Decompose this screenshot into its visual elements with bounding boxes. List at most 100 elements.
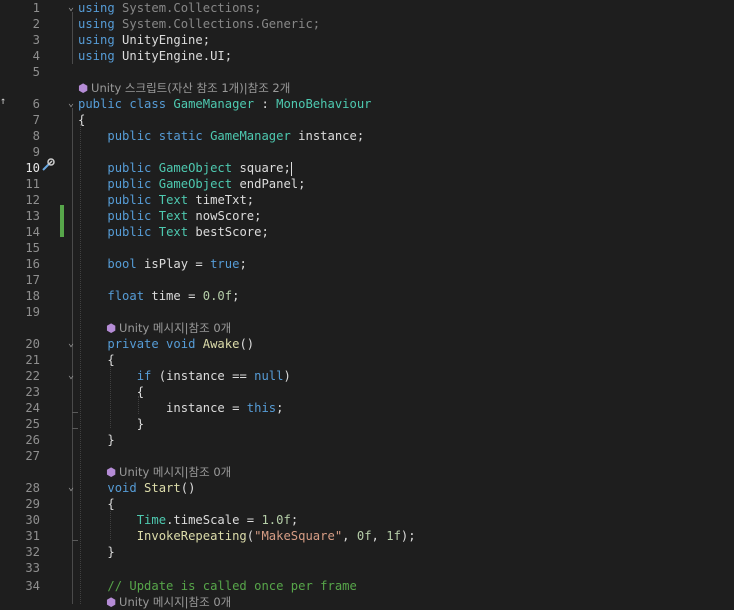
code-line[interactable]: 25 } bbox=[0, 416, 734, 432]
code-line[interactable]: 7{ bbox=[0, 112, 734, 128]
code-token: public bbox=[107, 209, 159, 223]
code-editor[interactable]: ↑ 1 ⌄ using System.Collections; 2 using Syst… bbox=[0, 0, 734, 609]
code-text[interactable]: instance = this; bbox=[78, 400, 283, 416]
code-token: using bbox=[78, 17, 115, 31]
line-number: 11 bbox=[25, 177, 40, 191]
code-token: // Update is called once per frame bbox=[107, 579, 357, 593]
code-line[interactable]: 5 bbox=[0, 64, 734, 80]
code-token: if bbox=[136, 369, 152, 383]
codelens-text[interactable]: Unity 스크립트(자산 참조 1개)|참조 2개 bbox=[91, 81, 290, 95]
code-token: true bbox=[210, 257, 240, 271]
code-text[interactable]: using System.Collections.Generic; bbox=[78, 16, 320, 32]
code-token: ; bbox=[232, 289, 240, 303]
code-text[interactable]: } bbox=[78, 416, 144, 432]
code-text[interactable]: { bbox=[78, 384, 144, 400]
codelens-text[interactable]: Unity 메시지|참조 0개 bbox=[119, 321, 231, 335]
code-token: timeTxt; bbox=[188, 193, 255, 207]
codelens-reference-hint[interactable]: ⬢ Unity 스크립트(자산 참조 1개)|참조 2개 bbox=[0, 80, 734, 96]
code-line[interactable]: 19 bbox=[0, 304, 734, 320]
code-line[interactable]: 23 { bbox=[0, 384, 734, 400]
fold-chevron-icon[interactable]: ⌄ bbox=[66, 0, 76, 16]
code-line[interactable]: 31 InvokeRepeating("MakeSquare", 0f, 1f)… bbox=[0, 528, 734, 544]
code-line[interactable]: 20 ⌄ private void Awake() bbox=[0, 336, 734, 352]
code-line[interactable]: 14 public Text bestScore; bbox=[0, 224, 734, 240]
code-line[interactable]: 10 public GameObject square; bbox=[0, 160, 734, 176]
code-text[interactable]: // Update is called once per frame bbox=[78, 578, 357, 594]
codelens-text[interactable]: Unity 메시지|참조 0개 bbox=[119, 465, 231, 479]
codelens-label[interactable]: ⬢ Unity 메시지|참조 0개 bbox=[106, 464, 231, 480]
code-line[interactable]: 28 ⌄ void Start() bbox=[0, 480, 734, 496]
code-line[interactable]: 2 using System.Collections.Generic; bbox=[0, 16, 734, 32]
code-line[interactable]: 32 } bbox=[0, 544, 734, 560]
code-text[interactable]: using System.Collections; bbox=[78, 0, 261, 16]
code-line[interactable]: 13 public Text nowScore; bbox=[0, 208, 734, 224]
code-line[interactable]: 8 public static GameManager instance; bbox=[0, 128, 734, 144]
code-line[interactable]: 9 bbox=[0, 144, 734, 160]
code-token: public bbox=[107, 225, 159, 239]
codelens-label[interactable]: ⬢ Unity 스크립트(자산 참조 1개)|참조 2개 bbox=[78, 80, 290, 96]
fold-chevron-icon[interactable]: ⌄ bbox=[66, 96, 76, 112]
code-text[interactable]: { bbox=[78, 112, 85, 128]
code-text[interactable]: } bbox=[78, 432, 114, 448]
code-token: ; bbox=[239, 257, 247, 271]
codelens-reference-hint[interactable]: ⬢ Unity 메시지|참조 0개 bbox=[0, 320, 734, 336]
codelens-reference-hint[interactable]: ⬢ Unity 메시지|참조 0개 bbox=[0, 594, 734, 610]
code-text[interactable]: public Text timeTxt; bbox=[78, 192, 254, 208]
code-token: "MakeSquare" bbox=[254, 529, 343, 543]
code-text[interactable]: } bbox=[78, 544, 114, 560]
code-token: UnityEngine; bbox=[114, 33, 211, 47]
code-line[interactable]: 24 instance = this; bbox=[0, 400, 734, 416]
code-text[interactable]: { bbox=[78, 352, 114, 368]
code-text[interactable]: if (instance == null) bbox=[78, 368, 291, 384]
codelens-label[interactable]: ⬢ Unity 메시지|참조 0개 bbox=[106, 594, 231, 610]
codelens-text[interactable]: Unity 메시지|참조 0개 bbox=[119, 595, 231, 609]
fold-chevron-icon[interactable]: ⌄ bbox=[66, 480, 76, 496]
code-text[interactable]: public GameObject endPanel; bbox=[78, 176, 305, 192]
code-line[interactable]: 11 public GameObject endPanel; bbox=[0, 176, 734, 192]
code-line[interactable]: 18 float time = 0.0f; bbox=[0, 288, 734, 304]
code-text[interactable]: InvokeRepeating("MakeSquare", 0f, 1f); bbox=[78, 528, 416, 544]
line-number: 32 bbox=[25, 545, 40, 559]
code-text[interactable]: private void Awake() bbox=[78, 336, 254, 352]
code-line[interactable]: 21 { bbox=[0, 352, 734, 368]
code-line[interactable]: 4 using UnityEngine.UI; bbox=[0, 48, 734, 64]
codelens-reference-hint[interactable]: ⬢ Unity 메시지|참조 0개 bbox=[0, 464, 734, 480]
code-text[interactable]: public Text nowScore; bbox=[78, 208, 261, 224]
code-text[interactable]: { bbox=[78, 496, 114, 512]
code-text[interactable]: public class GameManager : MonoBehaviour bbox=[78, 96, 372, 112]
fold-chevron-icon[interactable]: ⌄ bbox=[66, 368, 76, 384]
code-text[interactable]: void Start() bbox=[78, 480, 195, 496]
code-text[interactable]: using UnityEngine.UI; bbox=[78, 48, 232, 64]
code-line[interactable]: 27 bbox=[0, 448, 734, 464]
code-line[interactable]: 33 bbox=[0, 560, 734, 576]
code-line[interactable]: 26 } bbox=[0, 432, 734, 448]
code-line[interactable]: 16 bool isPlay = true; bbox=[0, 256, 734, 272]
code-text[interactable]: public Text bestScore; bbox=[78, 224, 268, 240]
code-text[interactable]: public GameObject square; bbox=[78, 160, 292, 176]
code-token: bool bbox=[107, 257, 137, 271]
code-line[interactable]: 29 { bbox=[0, 496, 734, 512]
code-text[interactable]: Time.timeScale = 1.0f; bbox=[78, 512, 298, 528]
code-text[interactable]: public static GameManager instance; bbox=[78, 128, 364, 144]
code-token: MonoBehaviour bbox=[276, 97, 372, 111]
code-line[interactable]: 6 ⌄ public class GameManager : MonoBehavio… bbox=[0, 96, 734, 112]
code-text[interactable]: bool isPlay = true; bbox=[78, 256, 247, 272]
line-number: 18 bbox=[25, 289, 40, 303]
line-number: 13 bbox=[25, 209, 40, 223]
code-text[interactable]: using UnityEngine; bbox=[78, 32, 210, 48]
code-line[interactable]: 34 // Update is called once per frame bbox=[0, 578, 734, 594]
code-text[interactable]: float time = 0.0f; bbox=[78, 288, 239, 304]
code-line[interactable]: 15 bbox=[0, 240, 734, 256]
codelens-label[interactable]: ⬢ Unity 메시지|참조 0개 bbox=[106, 320, 231, 336]
code-line[interactable]: 12 public Text timeTxt; bbox=[0, 192, 734, 208]
code-line[interactable]: 30 Time.timeScale = 1.0f; bbox=[0, 512, 734, 528]
code-line[interactable]: 1 ⌄ using System.Collections; bbox=[0, 0, 734, 16]
line-number: 30 bbox=[25, 513, 40, 527]
code-line[interactable]: 17 bbox=[0, 272, 734, 288]
code-line[interactable]: 3 using UnityEngine; bbox=[0, 32, 734, 48]
unity-cube-icon: ⬢ bbox=[106, 465, 117, 479]
code-line[interactable]: 22 ⌄ if (instance == null) bbox=[0, 368, 734, 384]
fold-chevron-icon[interactable]: ⌄ bbox=[66, 336, 76, 352]
code-token: 1f bbox=[386, 529, 401, 543]
